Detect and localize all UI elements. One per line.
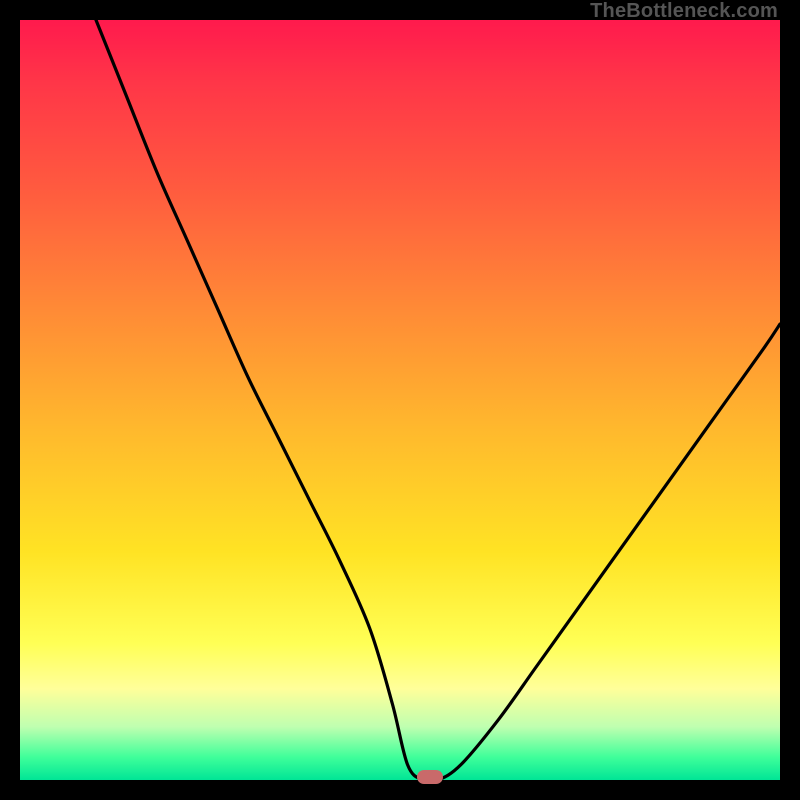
chart-frame: TheBottleneck.com: [0, 0, 800, 800]
bottleneck-curve-path: [96, 20, 780, 780]
curve-svg: [20, 20, 780, 780]
minimum-marker: [417, 770, 443, 784]
plot-area: [20, 20, 780, 780]
